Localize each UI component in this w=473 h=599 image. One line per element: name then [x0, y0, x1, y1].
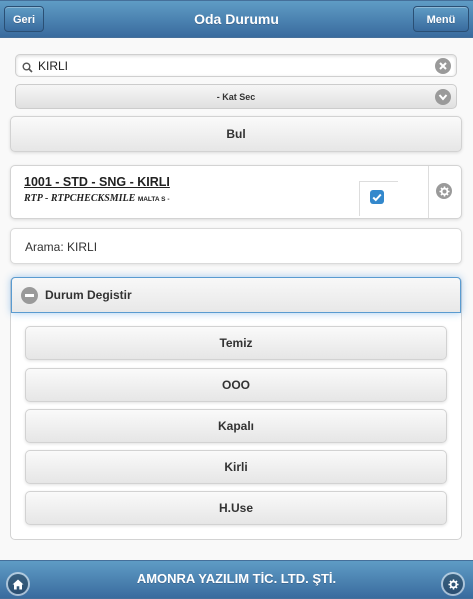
chevron-down-icon: [435, 89, 451, 105]
search-value: KIRLI: [38, 59, 69, 73]
home-icon[interactable]: [8, 574, 28, 594]
find-button[interactable]: Bul: [10, 116, 462, 152]
floor-select-value: - Kat Sec: [216, 92, 256, 102]
footer-bar: AMONRA YAZILIM TİC. LTD. ŞTİ.: [0, 560, 473, 599]
search-input[interactable]: KIRLI: [15, 54, 457, 77]
header-bar: Geri Oda Durumu Menü: [0, 0, 473, 38]
status-button-clean[interactable]: Temiz: [25, 326, 447, 360]
room-card[interactable]: 1001 - STD - SNG - KIRLI RTP - RTPCHECKS…: [10, 165, 462, 219]
settings-gear-icon[interactable]: [443, 574, 463, 594]
status-button-house-use[interactable]: H.Use: [25, 491, 447, 525]
minus-icon: [21, 287, 38, 304]
menu-button[interactable]: Menü: [413, 6, 469, 32]
check-icon: [372, 193, 382, 201]
status-button-ooo[interactable]: OOO: [25, 368, 447, 402]
status-collapsible-title: Durum Degistir: [45, 288, 132, 302]
search-icon: [22, 60, 33, 78]
card-divider: [428, 166, 429, 218]
search-result-bar: Arama: KIRLI: [10, 228, 462, 264]
clear-icon[interactable]: [435, 58, 451, 74]
room-checkbox-cell[interactable]: [359, 181, 398, 216]
room-checkbox[interactable]: [370, 190, 384, 204]
status-collapsible-header[interactable]: Durum Degistir: [11, 277, 461, 313]
floor-select[interactable]: - Kat Sec: [15, 84, 457, 109]
footer-title: AMONRA YAZILIM TİC. LTD. ŞTİ.: [136, 571, 337, 586]
search-label: Arama: KIRLI: [25, 240, 98, 254]
status-button-dirty[interactable]: Kirli: [25, 450, 447, 484]
room-subtitle: RTP - RTPCHECKSMILE MALTA S -: [24, 193, 169, 204]
room-subtitle-text: RTP - RTPCHECKSMILE: [24, 193, 136, 204]
gear-icon[interactable]: [436, 183, 452, 199]
status-collapsible: Durum Degistir Temiz OOO Kapalı Kirli H.…: [10, 277, 462, 540]
room-title[interactable]: 1001 - STD - SNG - KIRLI: [24, 175, 170, 189]
room-subtitle-small: MALTA S -: [137, 196, 170, 203]
page-title: Oda Durumu: [194, 11, 279, 27]
status-button-closed[interactable]: Kapalı: [25, 409, 447, 443]
